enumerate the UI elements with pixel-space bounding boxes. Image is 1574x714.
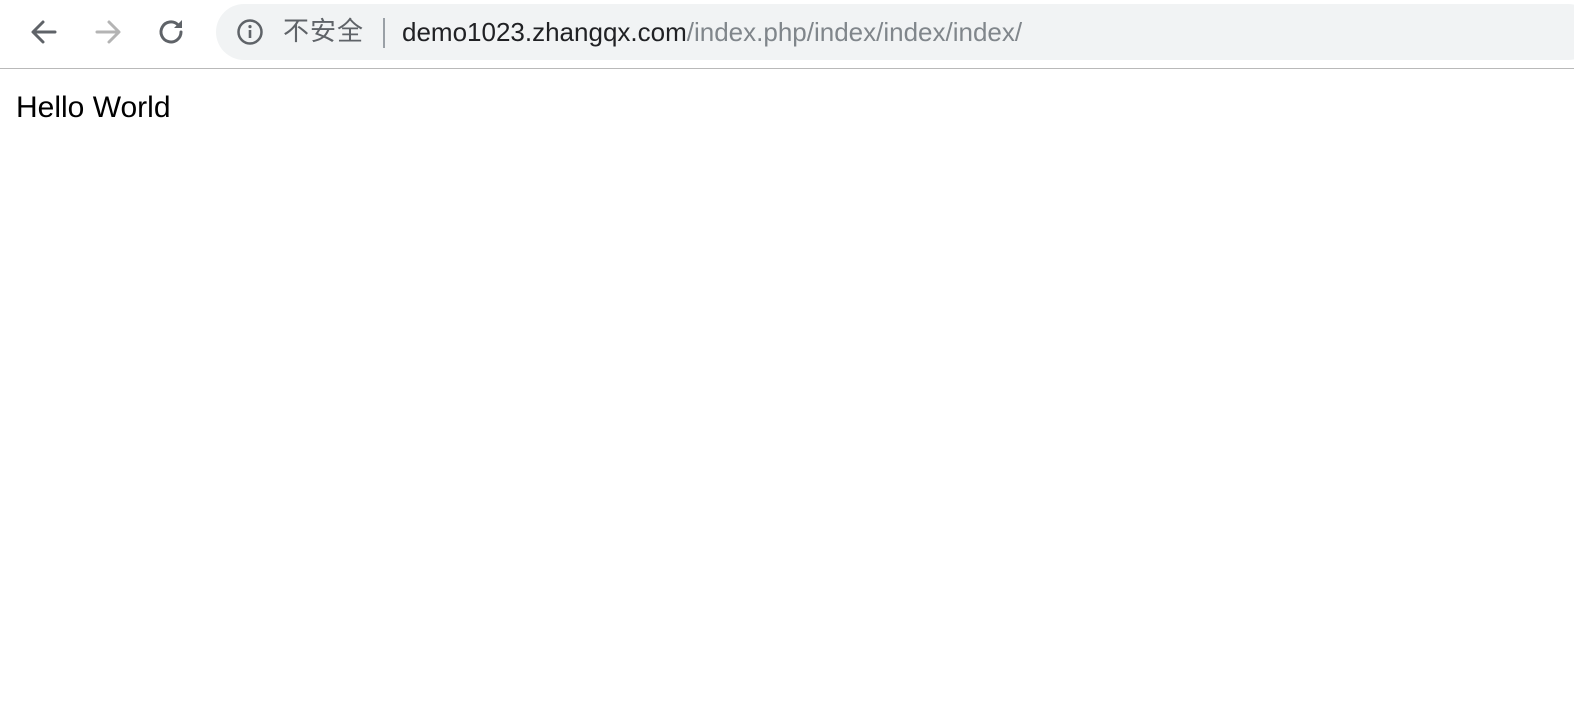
security-status-label[interactable]: 不安全	[283, 16, 364, 48]
omnibox-divider	[383, 18, 385, 48]
info-circle-icon[interactable]	[236, 18, 264, 46]
reload-button[interactable]	[152, 12, 192, 52]
url-host: demo1023.zhangqx.com	[402, 17, 687, 47]
address-bar[interactable]: 不安全 demo1023.zhangqx.com/index.php/index…	[216, 4, 1574, 60]
forward-button[interactable]	[88, 12, 128, 52]
arrow-right-icon	[95, 20, 121, 44]
page-body-text: Hello World	[16, 91, 171, 124]
browser-toolbar: 不安全 demo1023.zhangqx.com/index.php/index…	[0, 0, 1574, 69]
page-content: Hello World	[0, 70, 1574, 714]
url-path: /index.php/index/index/index/	[686, 17, 1023, 47]
url-text[interactable]: demo1023.zhangqx.com/index.php/index/ind…	[402, 15, 1022, 49]
reload-icon	[159, 20, 183, 44]
back-button[interactable]	[24, 12, 64, 52]
arrow-left-icon	[31, 20, 57, 44]
